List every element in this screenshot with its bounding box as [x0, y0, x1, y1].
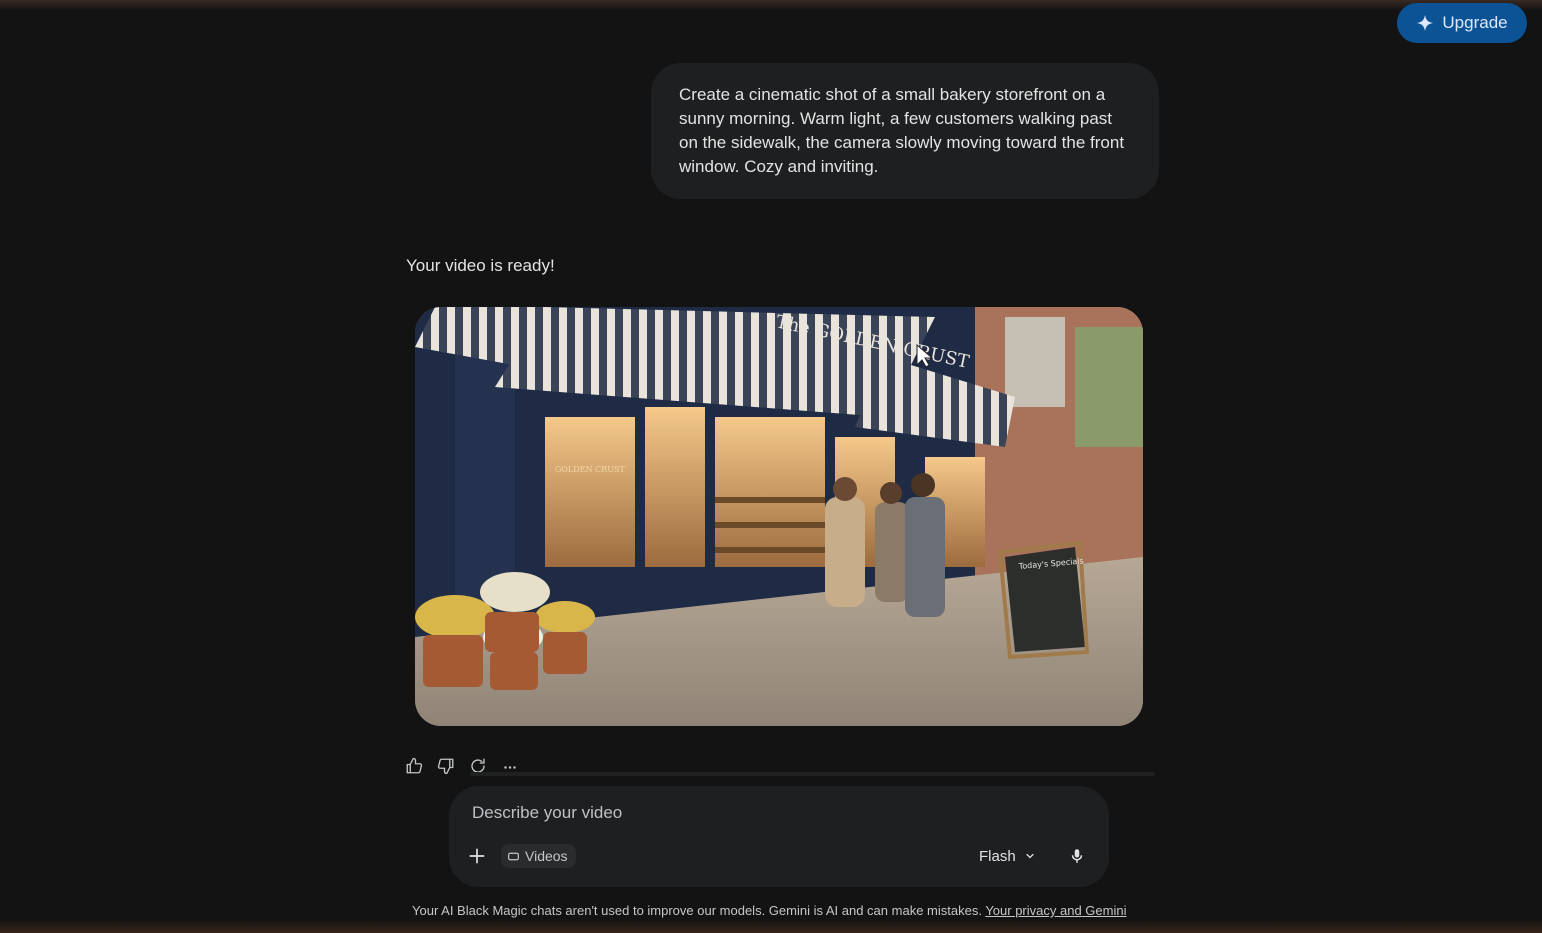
video-icon: [508, 852, 519, 860]
conversation-divider: [470, 772, 1155, 776]
top-glow: [0, 0, 1542, 10]
bottom-glow: [0, 919, 1542, 933]
thumbs-down-button[interactable]: [435, 755, 457, 777]
microphone-icon: [1071, 849, 1083, 863]
upgrade-label: Upgrade: [1442, 13, 1508, 32]
videos-tool-chip[interactable]: Videos: [501, 844, 576, 868]
footer-disclaimer: Your AI Black Magic chats aren't used to…: [412, 903, 1157, 918]
videos-chip-label: Videos: [525, 848, 568, 864]
upgrade-button[interactable]: Upgrade: [1397, 3, 1527, 43]
disclaimer-text: Your AI Black Magic chats aren't used to…: [412, 903, 986, 918]
generated-video[interactable]: The GOLDEN CRUST GOLDEN CRUST Today's Sp…: [415, 307, 1143, 726]
microphone-button[interactable]: [1065, 844, 1089, 868]
window-logo: GOLDEN CRUST: [555, 465, 625, 474]
chevron-down-icon: [1026, 853, 1034, 859]
model-label: Flash: [979, 847, 1016, 865]
prompt-input[interactable]: [472, 802, 892, 824]
prompt-composer: Videos Flash: [449, 786, 1109, 887]
thumbs-down-icon: [437, 758, 454, 775]
thumbs-up-icon: [406, 757, 423, 774]
assistant-reply-text: Your video is ready!: [406, 256, 555, 275]
bakery-scene-image: The GOLDEN CRUST GOLDEN CRUST Today's Sp…: [415, 307, 1143, 726]
sparkle-icon: [1417, 14, 1434, 32]
plus-icon: [469, 848, 485, 864]
add-attachment-button[interactable]: [465, 844, 489, 868]
model-selector[interactable]: Flash: [979, 844, 1036, 868]
thumbs-up-button[interactable]: [403, 755, 425, 777]
user-prompt-bubble: Create a cinematic shot of a small baker…: [651, 63, 1159, 199]
privacy-link[interactable]: Your privacy and Gemini: [985, 903, 1126, 918]
user-prompt-text: Create a cinematic shot of a small baker…: [679, 85, 1125, 176]
